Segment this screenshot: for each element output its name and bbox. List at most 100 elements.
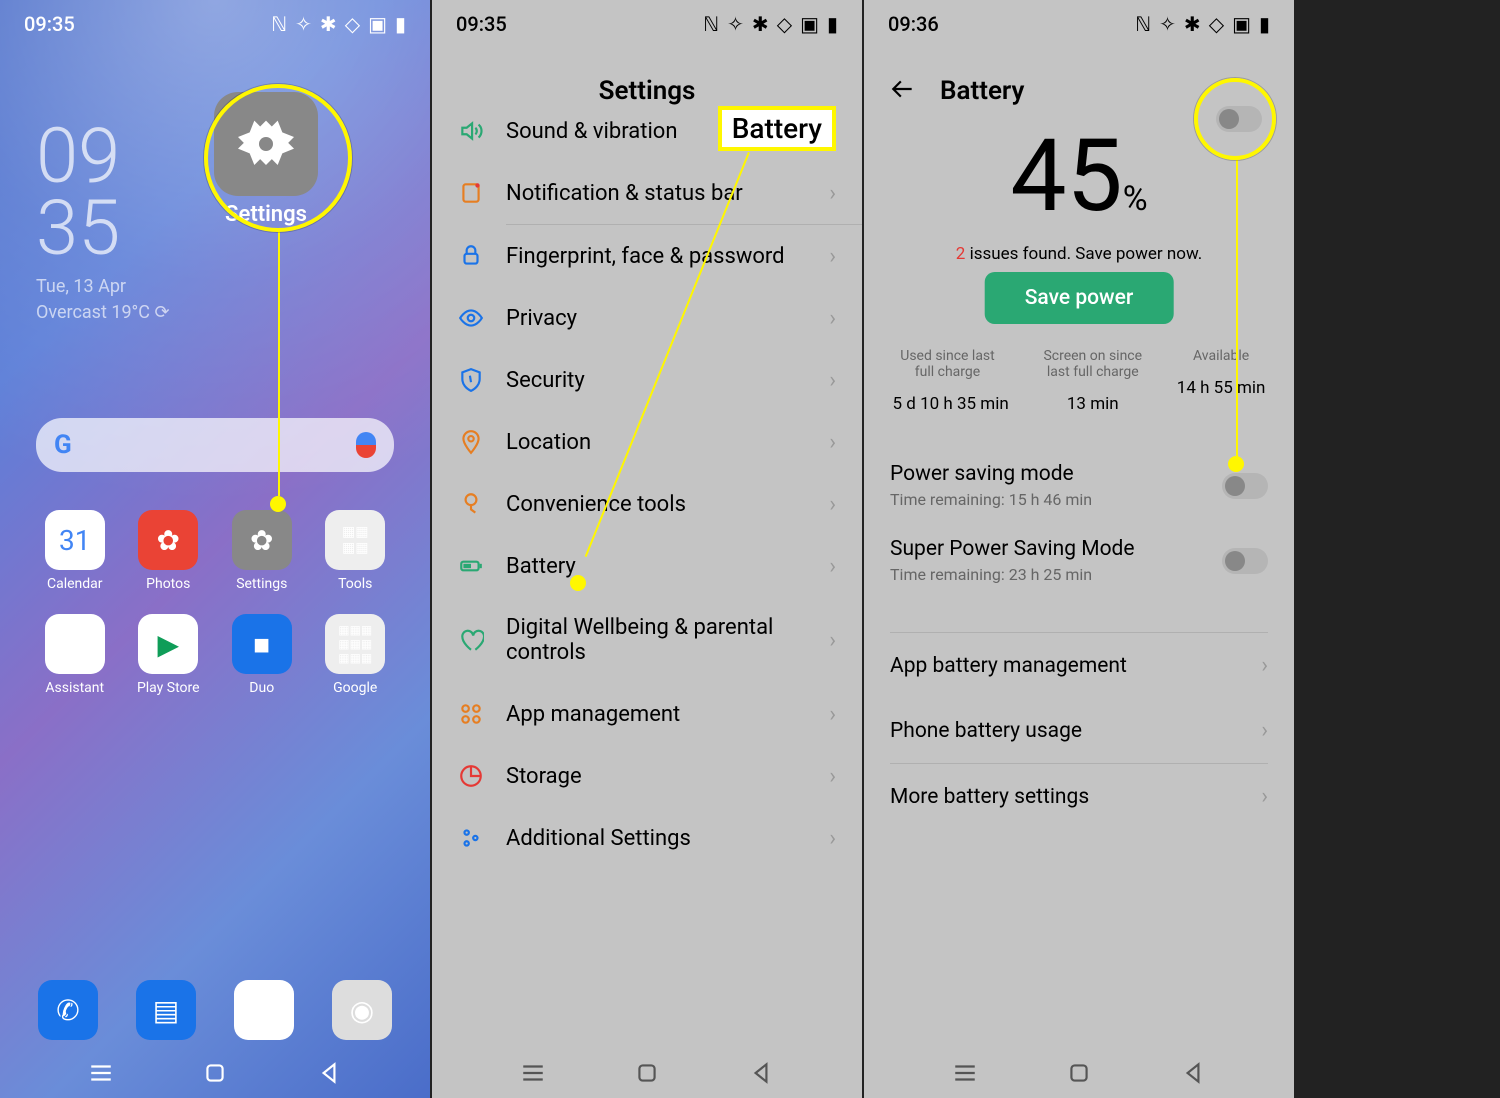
dock-chrome[interactable]: ◉ — [234, 980, 294, 1040]
row-label: Convenience tools — [506, 492, 807, 517]
row-label: Battery — [506, 554, 807, 579]
camera-icon: ◉ — [332, 980, 392, 1040]
chevron-right-icon: › — [829, 368, 836, 393]
wifi-icon: ◇ — [1209, 12, 1224, 36]
app-label: Photos — [146, 576, 190, 592]
status-bar: 09:36 ℕ ✧ ✱ ◇ ▣ ▮ — [864, 12, 1294, 36]
row-label: Notification & status bar — [506, 181, 807, 206]
row-label: Fingerprint, face & password — [506, 244, 807, 269]
app-playstore[interactable]: ▶ Play Store — [122, 614, 216, 696]
row-digital-wellbeing[interactable]: Digital Wellbeing & parental controls › — [432, 597, 862, 683]
nav-bar — [864, 1060, 1294, 1086]
playstore-icon: ▶ — [138, 614, 198, 674]
recents-button[interactable] — [520, 1060, 546, 1086]
row-label: Digital Wellbeing & parental controls — [506, 615, 807, 665]
row-app-management[interactable]: App management › — [432, 683, 862, 745]
super-power-saving-toggle[interactable] — [1222, 548, 1268, 574]
row-label: Additional Settings — [506, 826, 807, 851]
row-fingerprint[interactable]: Fingerprint, face & password › — [432, 225, 862, 287]
status-time: 09:35 — [456, 12, 507, 36]
power-saving-toggle[interactable] — [1222, 473, 1268, 499]
settings-icon — [214, 92, 318, 196]
app-google-folder[interactable]: ▦▦▦▦▦▦▦▦▦ Google — [309, 614, 403, 696]
app-photos[interactable]: ✿ Photos — [122, 510, 216, 592]
app-assistant[interactable]: ✦ Assistant — [28, 614, 122, 696]
row-more-battery-settings[interactable]: More battery settings › — [864, 764, 1294, 829]
back-button[interactable] — [748, 1060, 774, 1086]
row-app-battery-management[interactable]: App battery management › — [864, 633, 1294, 698]
storage-icon — [458, 763, 484, 789]
row-power-saving[interactable]: Power saving mode Time remaining: 15 h 4… — [864, 448, 1294, 523]
heart-icon — [458, 627, 484, 653]
row-storage[interactable]: Storage › — [432, 745, 862, 807]
home-screen-panel: 09:35 ℕ ✧ ✱ ◇ ▣ ▮ 09 35 Tue, 13 Apr Over… — [0, 0, 430, 1098]
nfc-icon: ℕ — [1135, 12, 1151, 36]
row-security[interactable]: Security › — [432, 349, 862, 411]
home-button[interactable] — [1066, 1060, 1092, 1086]
lock-icon — [458, 243, 484, 269]
bluetooth-icon: ✱ — [320, 12, 337, 36]
row-label: Storage — [506, 764, 807, 789]
row-location[interactable]: Location › — [432, 411, 862, 473]
dock-messages[interactable]: ▤ — [136, 980, 196, 1040]
recents-button[interactable] — [88, 1060, 114, 1086]
row-label: Phone battery usage — [890, 719, 1082, 743]
app-tools[interactable]: ▦▦▦▦ Tools — [309, 510, 403, 592]
issues-text: 2 issues found. Save power now. — [864, 244, 1294, 264]
row-sound[interactable]: Sound & vibration › — [432, 100, 862, 162]
settings-list[interactable]: Sound & vibration › Notification & statu… — [432, 100, 862, 1038]
app-calendar[interactable]: 31 Calendar — [28, 510, 122, 592]
cast-icon: ▣ — [800, 12, 819, 36]
chevron-right-icon: › — [1261, 784, 1268, 809]
eye-icon — [458, 305, 484, 331]
settings-icon: ✿ — [232, 510, 292, 570]
home-button[interactable] — [634, 1060, 660, 1086]
stat-label: Screen on since last full charge — [1038, 348, 1148, 380]
dock-camera[interactable]: ◉ — [332, 980, 392, 1040]
chevron-right-icon: › — [829, 492, 836, 517]
status-bar: 09:35 ℕ ✧ ✱ ◇ ▣ ▮ — [0, 12, 430, 36]
dock-phone[interactable]: ✆ — [38, 980, 98, 1040]
phone-icon: ✆ — [38, 980, 98, 1040]
status-bar: 09:35 ℕ ✧ ✱ ◇ ▣ ▮ — [432, 12, 862, 36]
mode-subtitle: Time remaining: 15 h 46 min — [890, 490, 1092, 509]
chevron-right-icon: › — [829, 430, 836, 455]
chevron-right-icon: › — [829, 244, 836, 269]
chevron-right-icon: › — [829, 306, 836, 331]
head-icon — [458, 491, 484, 517]
back-button[interactable] — [316, 1060, 342, 1086]
row-convenience[interactable]: Convenience tools › — [432, 473, 862, 535]
row-super-power-saving[interactable]: Super Power Saving Mode Time remaining: … — [864, 523, 1294, 598]
home-clock-widget[interactable]: 09 35 — [36, 120, 120, 264]
messages-icon: ▤ — [136, 980, 196, 1040]
app-label: Play Store — [137, 680, 200, 696]
row-label: Sound & vibration — [506, 119, 807, 144]
save-power-button[interactable]: Save power — [985, 272, 1174, 324]
row-label: App management — [506, 702, 807, 727]
stat-value: 5 d 10 h 35 min — [893, 394, 1009, 414]
battery-percentage: 45% — [864, 118, 1294, 235]
row-additional[interactable]: Additional Settings › — [432, 807, 862, 869]
app-settings[interactable]: ✿ Settings — [215, 510, 309, 592]
row-phone-battery-usage[interactable]: Phone battery usage › — [864, 698, 1294, 763]
row-notification[interactable]: Notification & status bar › — [432, 162, 862, 224]
home-button[interactable] — [202, 1060, 228, 1086]
mic-icon[interactable] — [356, 432, 376, 458]
photos-icon: ✿ — [138, 510, 198, 570]
notification-icon — [458, 180, 484, 206]
percent-value: 45 — [1010, 118, 1122, 235]
row-privacy[interactable]: Privacy › — [432, 287, 862, 349]
recents-button[interactable] — [952, 1060, 978, 1086]
google-search-bar[interactable]: G — [36, 418, 394, 472]
chevron-right-icon: › — [1261, 653, 1268, 678]
app-label: Tools — [338, 576, 372, 592]
nav-bar — [0, 1060, 430, 1086]
app-duo[interactable]: ■ Duo — [215, 614, 309, 696]
app-label: Settings — [236, 576, 287, 592]
bluetooth-icon: ✱ — [1184, 12, 1201, 36]
battery-options: App battery management › Phone battery u… — [864, 632, 1294, 829]
status-time: 09:36 — [888, 12, 939, 36]
row-battery[interactable]: Battery › — [432, 535, 862, 597]
speaker-icon — [458, 118, 484, 144]
back-button[interactable] — [1180, 1060, 1206, 1086]
